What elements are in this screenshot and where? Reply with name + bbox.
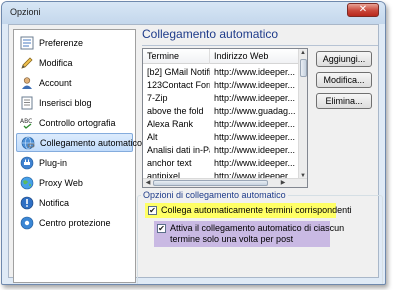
dialog-client-area: Preferenze Modifica Account Inserisci bl… (8, 24, 383, 284)
sidebar-item-controllo-ortografia[interactable]: ABC Controllo ortografia (16, 113, 133, 132)
sidebar-item-inserisci-blog[interactable]: Inserisci blog (16, 93, 133, 112)
sidebar-item-plug-in[interactable]: Plug-in (16, 153, 133, 172)
term-cell: Alt (147, 132, 158, 142)
sidebar-item-preferenze[interactable]: Preferenze (16, 33, 133, 52)
scroll-right-arrow-icon[interactable]: ▶ (279, 179, 287, 187)
sidebar-item-notifica[interactable]: Notifica (16, 193, 133, 212)
sidebar-item-label: Proxy Web (39, 177, 83, 188)
table-row[interactable]: anchor text http://www.ideeper... (143, 157, 299, 170)
url-cell: http://www.ideeper... (214, 67, 296, 77)
autolink-matching-terms-checkbox[interactable]: ✔ (148, 206, 157, 215)
notification-icon (20, 196, 34, 209)
title-divider (142, 45, 378, 46)
window-title: Opzioni (10, 7, 41, 17)
table-row[interactable]: Alt http://www.ideeper... (143, 131, 299, 144)
column-header-web-address[interactable]: Indirizzo Web (210, 49, 299, 64)
url-cell: http://www.ideeper... (214, 145, 296, 155)
term-cell: 123Contact Form (147, 80, 210, 90)
autolink-once-label-line1[interactable]: Attiva il collegamento automatico di cia… (170, 223, 344, 233)
term-cell: [b2] GMail Notifier (147, 67, 210, 77)
scroll-up-arrow-icon[interactable]: ▲ (299, 49, 307, 57)
column-header-term[interactable]: Termine (143, 49, 210, 64)
sidebar-item-label: Modifica (39, 57, 73, 68)
autolink-once-per-post-checkbox[interactable]: ✔ (157, 224, 166, 233)
insert-blog-icon (21, 96, 33, 109)
vertical-scrollbar[interactable]: ▲ ▼ (298, 49, 307, 180)
term-cell: Analisi dati in-Page (147, 145, 210, 155)
options-group-title: Opzioni di collegamento automatico (141, 190, 288, 200)
url-cell: http://www.ideeper... (214, 119, 296, 129)
table-row[interactable]: 7-Zip http://www.ideeper... (143, 92, 299, 105)
scroll-left-arrow-icon[interactable]: ◀ (144, 179, 152, 187)
table-row[interactable]: above the fold http://www.guadag... (143, 105, 299, 118)
table-row[interactable]: Analisi dati in-Page http://www.ideeper.… (143, 144, 299, 157)
url-cell: http://www.guadag... (214, 106, 296, 116)
web-proxy-icon (20, 176, 34, 189)
url-cell: http://www.ideeper... (214, 93, 296, 103)
url-cell: http://www.ideeper... (214, 80, 296, 90)
title-bar[interactable]: Opzioni ✕ (2, 2, 385, 24)
term-cell: anchor text (147, 158, 192, 168)
sidebar-item-label: Controllo ortografia (39, 117, 116, 128)
sidebar-item-centro-protezione[interactable]: Centro protezione (16, 213, 133, 232)
url-cell: http://www.ideeper... (214, 132, 296, 142)
delete-button[interactable]: Elimina... (316, 93, 372, 109)
options-sidebar: Preferenze Modifica Account Inserisci bl… (13, 29, 142, 283)
sidebar-item-label: Notifica (39, 197, 70, 208)
autolink-once-label-line2[interactable]: termine solo una volta per post (170, 234, 293, 244)
close-button[interactable]: ✕ (347, 3, 379, 17)
term-cell: 7-Zip (147, 93, 168, 103)
account-icon (22, 76, 32, 89)
add-button[interactable]: Aggiungi... (316, 51, 372, 67)
horizontal-scrollbar[interactable]: ◀ ▶ (143, 178, 307, 187)
sidebar-item-label: Account (39, 77, 72, 88)
edit-button[interactable]: Modifica... (316, 72, 372, 88)
sidebar-item-collegamento-automatico[interactable]: Collegamento automatico (16, 133, 142, 152)
sidebar-item-label: Plug-in (39, 157, 68, 168)
page-title: Collegamento automatico (142, 27, 279, 41)
sidebar-item-account[interactable]: Account (16, 73, 133, 92)
sidebar-item-label: Centro protezione (39, 217, 111, 228)
sidebar-item-label: Collegamento automatico (40, 137, 143, 148)
edit-pencil-icon (21, 56, 33, 69)
table-row[interactable]: Alexa Rank http://www.ideeper... (143, 118, 299, 131)
sidebar-item-modifica[interactable]: Modifica (16, 53, 133, 72)
autolink-matching-terms-label[interactable]: Collega automaticamente termini corrispo… (161, 205, 352, 215)
sidebar-item-proxy-web[interactable]: Proxy Web (16, 173, 133, 192)
table-row[interactable]: [b2] GMail Notifier http://www.ideeper..… (143, 66, 299, 79)
horizontal-scroll-thumb[interactable] (153, 180, 268, 186)
options-dialog: Opzioni ✕ Preferenze Modifica Account In… (1, 1, 386, 285)
protection-center-icon (20, 216, 34, 229)
auto-link-icon (21, 136, 35, 149)
list-header: Termine Indirizzo Web (143, 49, 299, 64)
term-cell: above the fold (147, 106, 204, 116)
url-cell: http://www.ideeper... (214, 158, 296, 168)
spellcheck-icon: ABC (20, 118, 32, 129)
vertical-scroll-thumb[interactable] (300, 59, 307, 77)
sidebar-item-label: Preferenze (39, 37, 84, 48)
sidebar-item-label: Inserisci blog (39, 97, 92, 108)
plugin-icon (20, 156, 34, 169)
preferences-icon (20, 36, 34, 49)
term-cell: Alexa Rank (147, 119, 194, 129)
table-row[interactable]: 123Contact Form http://www.ideeper... (143, 79, 299, 92)
autolink-terms-list[interactable]: Termine Indirizzo Web [b2] GMail Notifie… (142, 48, 308, 188)
